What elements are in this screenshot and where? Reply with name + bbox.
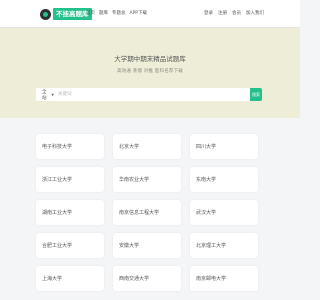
search-bar: 全站 ▼ 搜索 xyxy=(36,88,262,101)
university-card[interactable]: 南京邮电大学 xyxy=(190,266,258,291)
join-link[interactable]: 加入我们 xyxy=(246,10,264,16)
search-scope-select[interactable]: 全站 ▼ xyxy=(36,89,54,101)
university-card[interactable]: 北京理工大学 xyxy=(190,233,258,258)
hero-subtitle: 高效通 蒸馏 对推 医科名荐下载 xyxy=(117,69,183,74)
university-card[interactable]: 北京大学 xyxy=(113,134,181,159)
main-nav: 首页 题库 专题总 APP下载 xyxy=(86,10,147,16)
nav-item-app[interactable]: APP下载 xyxy=(130,10,148,16)
site-header: 不挂高题库 首页 题库 专题总 APP下载 登录 注册 会员 加入我们 xyxy=(0,0,300,28)
university-card[interactable]: 湖南工业大学 xyxy=(36,200,104,225)
university-card[interactable]: 南京信息工程大学 xyxy=(113,200,181,225)
nav-item-topics[interactable]: 专题总 xyxy=(112,10,126,16)
university-card[interactable]: 浙江工业大学 xyxy=(36,167,104,192)
search-button[interactable]: 搜索 xyxy=(250,88,262,101)
search-scope-label: 全站 xyxy=(42,89,47,101)
hero-banner: 大学期中期末精品试题库 高效通 蒸馏 对推 医科名荐下载 全站 ▼ 搜索 xyxy=(0,28,300,118)
university-card[interactable]: 电子科技大学 xyxy=(36,134,104,159)
nav-item-bank[interactable]: 题库 xyxy=(99,10,108,16)
user-nav: 登录 注册 会员 加入我们 xyxy=(204,10,264,16)
university-card[interactable]: 四川大学 xyxy=(190,134,258,159)
vip-link[interactable]: 会员 xyxy=(232,10,241,16)
logo-icon xyxy=(40,8,51,20)
university-card[interactable]: 东南大学 xyxy=(190,167,258,192)
site-logo[interactable]: 不挂高题库 xyxy=(40,7,92,21)
university-card[interactable]: 上海大学 xyxy=(36,266,104,291)
university-card[interactable]: 西南交通大学 xyxy=(113,266,181,291)
hero-title: 大学期中期末精品试题库 xyxy=(114,55,186,63)
university-card[interactable]: 安徽大学 xyxy=(113,233,181,258)
university-card[interactable]: 合肥工业大学 xyxy=(36,233,104,258)
nav-item-home[interactable]: 首页 xyxy=(86,10,95,16)
university-card[interactable]: 华南农业大学 xyxy=(113,167,181,192)
university-card[interactable]: 武汉大学 xyxy=(190,200,258,225)
search-input[interactable] xyxy=(54,88,250,101)
register-link[interactable]: 注册 xyxy=(218,10,227,16)
login-link[interactable]: 登录 xyxy=(204,10,213,16)
